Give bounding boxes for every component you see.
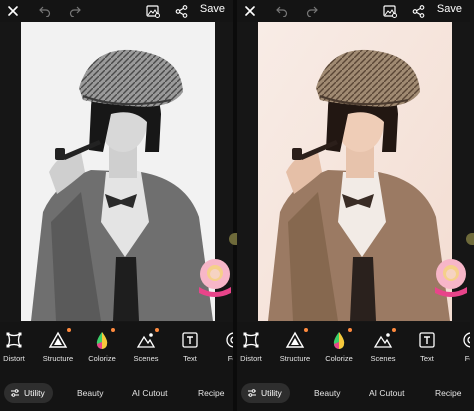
distort-icon bbox=[241, 330, 261, 350]
tool-structure[interactable]: Structure bbox=[273, 328, 317, 368]
sliders-icon bbox=[248, 389, 256, 397]
tab-ai-cutout[interactable]: AI Cutout bbox=[132, 383, 167, 403]
tab-label: AI Cutout bbox=[132, 388, 168, 398]
undo-icon[interactable] bbox=[273, 2, 291, 20]
structure-icon bbox=[285, 328, 308, 350]
scenes-icon bbox=[373, 328, 396, 350]
tool-label: Distort bbox=[240, 354, 262, 363]
share-icon[interactable] bbox=[172, 2, 190, 20]
new-dot bbox=[111, 328, 115, 332]
tool-structure[interactable]: Structure bbox=[36, 328, 80, 368]
compare-image-icon[interactable] bbox=[381, 2, 399, 20]
focus-icon bbox=[461, 330, 470, 350]
tool-focus[interactable]: Foc bbox=[212, 328, 233, 368]
text-icon bbox=[180, 330, 200, 350]
tools-row: Distort Structure Colorize Scenes Text F bbox=[0, 328, 233, 368]
colorize-icon bbox=[329, 328, 352, 350]
tool-focus[interactable]: Foc bbox=[449, 328, 470, 368]
tab-recipe[interactable]: Recipe bbox=[435, 383, 461, 403]
tool-distort[interactable]: Distort bbox=[237, 328, 273, 368]
undo-icon[interactable] bbox=[36, 2, 54, 20]
side-panel-handle[interactable] bbox=[229, 233, 237, 245]
tool-label: Foc bbox=[464, 354, 470, 363]
tab-label: Utility bbox=[261, 388, 282, 398]
barbie-style-badge[interactable] bbox=[195, 257, 235, 303]
editor-panel-original: Save Distort Structure Colorize Scenes T… bbox=[0, 0, 233, 411]
category-tabs: Utility Beauty AI Cutout Recipe bbox=[0, 380, 233, 406]
tool-text[interactable]: Text bbox=[168, 328, 212, 368]
tab-label: AI Cutout bbox=[369, 388, 405, 398]
new-dot bbox=[304, 328, 308, 332]
tab-recipe[interactable]: Recipe bbox=[198, 383, 224, 403]
tool-scenes[interactable]: Scenes bbox=[124, 328, 168, 368]
tab-label: Recipe bbox=[198, 388, 225, 398]
tool-label: Structure bbox=[42, 354, 74, 363]
close-icon[interactable] bbox=[4, 2, 22, 20]
save-button[interactable]: Save bbox=[437, 3, 462, 15]
compare-image-icon[interactable] bbox=[144, 2, 162, 20]
tool-label: Distort bbox=[3, 354, 25, 363]
tab-beauty[interactable]: Beauty bbox=[314, 383, 340, 403]
tool-label: Foc bbox=[227, 354, 233, 363]
new-dot bbox=[348, 328, 352, 332]
tab-beauty[interactable]: Beauty bbox=[77, 383, 103, 403]
category-tabs: Utility Beauty AI Cutout Recipe bbox=[237, 380, 470, 406]
new-dot bbox=[392, 328, 396, 332]
tab-label: Beauty bbox=[77, 388, 104, 398]
sliders-icon bbox=[11, 389, 19, 397]
focus-icon bbox=[224, 330, 233, 350]
side-panel-handle[interactable] bbox=[466, 233, 474, 245]
new-dot bbox=[155, 328, 159, 332]
photo-colorized[interactable] bbox=[258, 22, 452, 321]
tool-colorize[interactable]: Colorize bbox=[317, 328, 361, 368]
text-icon bbox=[417, 330, 437, 350]
tool-scenes[interactable]: Scenes bbox=[361, 328, 405, 368]
tool-label: Scenes bbox=[370, 354, 396, 363]
scenes-icon bbox=[136, 328, 159, 350]
tab-label: Utility bbox=[24, 388, 45, 398]
tool-label: Text bbox=[183, 354, 197, 363]
top-toolbar: Save bbox=[237, 0, 470, 22]
tab-label: Beauty bbox=[314, 388, 341, 398]
tool-label: Scenes bbox=[133, 354, 159, 363]
editor-panel-colorized: Save Distort Structure Colorize Scenes T… bbox=[237, 0, 470, 411]
save-button[interactable]: Save bbox=[200, 3, 225, 15]
new-dot bbox=[67, 328, 71, 332]
tool-text[interactable]: Text bbox=[405, 328, 449, 368]
tools-row: Distort Structure Colorize Scenes Text F bbox=[237, 328, 470, 368]
barbie-style-badge[interactable] bbox=[431, 257, 471, 303]
tool-label: Structure bbox=[279, 354, 311, 363]
colorize-icon bbox=[92, 328, 115, 350]
tab-ai-cutout[interactable]: AI Cutout bbox=[369, 383, 404, 403]
structure-icon bbox=[48, 328, 71, 350]
tab-label: Recipe bbox=[435, 388, 462, 398]
tool-distort[interactable]: Distort bbox=[0, 328, 36, 368]
redo-icon[interactable] bbox=[66, 2, 84, 20]
share-icon[interactable] bbox=[409, 2, 427, 20]
tab-utility[interactable]: Utility bbox=[4, 383, 53, 403]
photo-original-bw[interactable] bbox=[21, 22, 215, 321]
tool-colorize[interactable]: Colorize bbox=[80, 328, 124, 368]
top-toolbar: Save bbox=[0, 0, 233, 22]
tool-label: Colorize bbox=[88, 354, 116, 363]
tool-label: Colorize bbox=[325, 354, 353, 363]
tool-label: Text bbox=[420, 354, 434, 363]
redo-icon[interactable] bbox=[303, 2, 321, 20]
close-icon[interactable] bbox=[241, 2, 259, 20]
distort-icon bbox=[4, 330, 24, 350]
tab-utility[interactable]: Utility bbox=[241, 383, 290, 403]
